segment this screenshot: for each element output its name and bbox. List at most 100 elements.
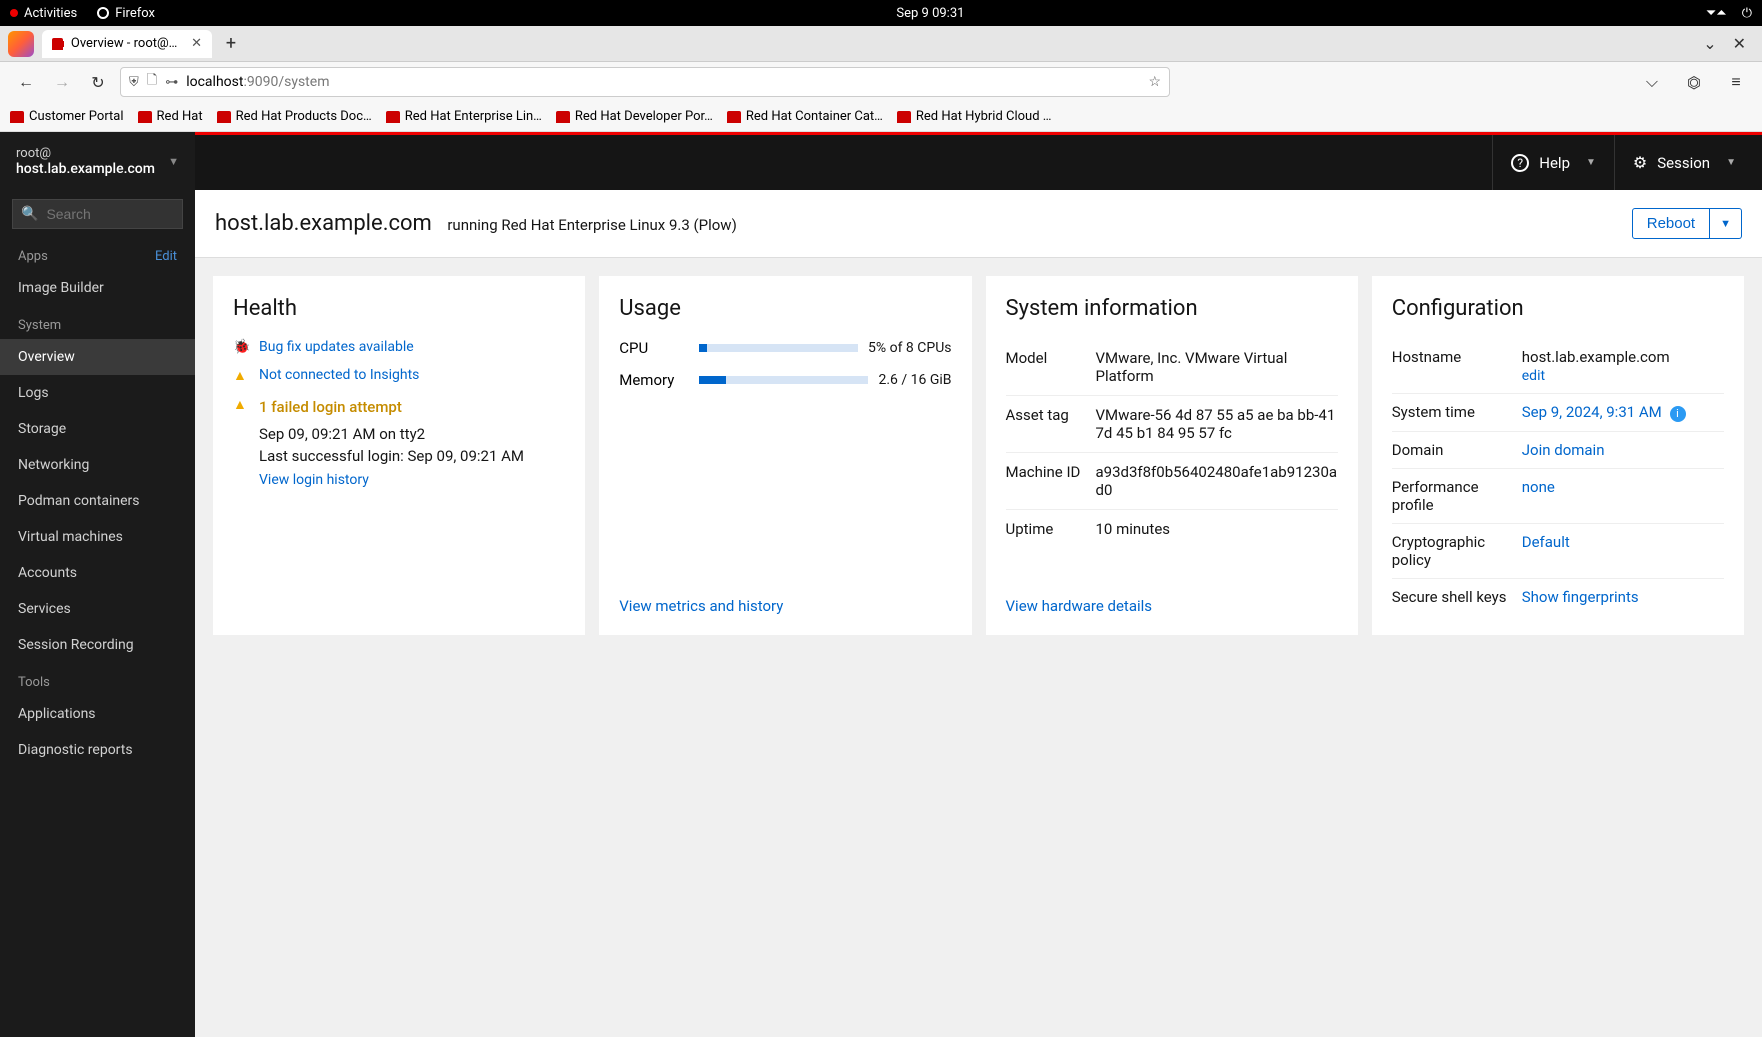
chevron-down-icon: ▼ xyxy=(168,155,179,168)
firefox-logo-icon xyxy=(8,31,34,57)
search-input[interactable] xyxy=(46,206,195,222)
hostname-value: host.lab.example.com xyxy=(1522,348,1670,366)
shield-icon[interactable]: ⛨ xyxy=(129,75,139,90)
browser-tab[interactable]: Overview - root@host.lab ✕ xyxy=(42,30,212,58)
site-info-icon[interactable]: 🗋 xyxy=(147,71,157,93)
health-title: Health xyxy=(233,296,565,321)
redhat-icon xyxy=(10,111,24,123)
view-login-history-link[interactable]: View login history xyxy=(259,472,565,488)
view-hardware-link[interactable]: View hardware details xyxy=(1006,597,1338,615)
url-text: localhost:9090/system xyxy=(186,74,1140,90)
network-icon[interactable]: ⏷⏶ xyxy=(1706,6,1727,21)
redhat-favicon-icon xyxy=(52,38,63,50)
activities-button[interactable]: Activities xyxy=(10,6,77,21)
redhat-icon xyxy=(556,111,570,123)
bookmark-item[interactable]: Red Hat Enterprise Lin… xyxy=(386,109,542,124)
sysinfo-row: Uptime10 minutes xyxy=(1006,510,1338,548)
last-login-detail: Last successful login: Sep 09, 09:21 AM xyxy=(259,445,565,468)
failed-login-text: 1 failed login attempt xyxy=(259,396,402,419)
bugfix-link[interactable]: Bug fix updates available xyxy=(259,339,414,355)
sidebar-item-podman-containers[interactable]: Podman containers xyxy=(0,483,195,519)
firefox-app-menu[interactable]: Firefox xyxy=(97,6,155,21)
sidebar-item-services[interactable]: Services xyxy=(0,591,195,627)
warning-icon: ▲ xyxy=(233,367,249,384)
host-switcher[interactable]: root@ host.lab.example.com ▼ xyxy=(0,132,195,191)
help-menu[interactable]: ? Help ▼ xyxy=(1492,135,1614,190)
hamburger-menu-icon[interactable]: ≡ xyxy=(1722,68,1750,96)
chevron-down-icon: ▼ xyxy=(1726,157,1736,168)
page-title: host.lab.example.com xyxy=(215,211,432,236)
power-icon[interactable]: ⏻ xyxy=(1742,6,1752,21)
bookmark-item[interactable]: Red Hat Hybrid Cloud … xyxy=(897,109,1052,124)
health-card: Health 🐞 Bug fix updates available ▲ Not… xyxy=(213,276,585,635)
clock[interactable]: Sep 9 09:31 xyxy=(155,6,1706,21)
help-icon: ? xyxy=(1511,154,1529,172)
window-close-button[interactable]: ✕ xyxy=(1725,34,1754,53)
cpu-label: CPU xyxy=(619,339,689,357)
bookmark-item[interactable]: Customer Portal xyxy=(10,109,124,124)
sysinfo-title: System information xyxy=(1006,296,1338,321)
permission-icon[interactable]: ⊶ xyxy=(165,75,178,90)
redhat-icon xyxy=(897,111,911,123)
sidebar-item-session-recording[interactable]: Session Recording xyxy=(0,627,195,663)
bookmark-item[interactable]: Red Hat xyxy=(138,109,203,124)
join-domain-link[interactable]: Join domain xyxy=(1522,441,1605,459)
reboot-dropdown-toggle[interactable]: ▼ xyxy=(1710,208,1742,239)
extensions-icon[interactable]: ⏣ xyxy=(1680,68,1708,96)
bookmark-item[interactable]: Red Hat Products Doc… xyxy=(217,109,372,124)
sidebar-item-storage[interactable]: Storage xyxy=(0,411,195,447)
memory-label: Memory xyxy=(619,371,689,389)
sysinfo-row: Asset tagVMware-56 4d 87 55 a5 ae ba bb-… xyxy=(1006,396,1338,453)
sidebar-item-logs[interactable]: Logs xyxy=(0,375,195,411)
bookmark-item[interactable]: Red Hat Container Cat… xyxy=(727,109,883,124)
pocket-icon[interactable]: ⌵ xyxy=(1638,68,1666,96)
perf-profile-link[interactable]: none xyxy=(1522,478,1555,496)
sidebar-item-applications[interactable]: Applications xyxy=(0,696,195,732)
redhat-icon xyxy=(386,111,400,123)
browser-tab-bar: Overview - root@host.lab ✕ + ⌄ ✕ xyxy=(0,26,1762,62)
sidebar-item-diagnostic-reports[interactable]: Diagnostic reports xyxy=(0,732,195,768)
systime-link[interactable]: Sep 9, 2024, 9:31 AM xyxy=(1522,403,1662,421)
section-system: System xyxy=(0,306,195,339)
redhat-icon xyxy=(727,111,741,123)
cpu-value: 5% of 8 CPUs xyxy=(868,340,952,356)
hostname-edit-link[interactable]: edit xyxy=(1522,368,1724,384)
current-user: root@ xyxy=(16,146,155,161)
session-menu[interactable]: ⚙ Session ▼ xyxy=(1614,135,1754,190)
sidebar-item-image-builder[interactable]: Image Builder xyxy=(0,270,195,306)
sidebar-item-overview[interactable]: Overview xyxy=(0,339,195,375)
bookmark-item[interactable]: Red Hat Developer Por… xyxy=(556,109,713,124)
back-button[interactable]: ← xyxy=(12,68,40,96)
tab-list-button[interactable]: ⌄ xyxy=(1695,34,1724,53)
sidebar-item-accounts[interactable]: Accounts xyxy=(0,555,195,591)
sidebar-item-virtual-machines[interactable]: Virtual machines xyxy=(0,519,195,555)
reboot-button[interactable]: Reboot xyxy=(1632,208,1710,239)
os-top-bar: Activities Firefox Sep 9 09:31 ⏷⏶ ⏻ xyxy=(0,0,1762,26)
insights-link[interactable]: Not connected to Insights xyxy=(259,367,419,383)
page-header: host.lab.example.com running Red Hat Ent… xyxy=(195,190,1762,258)
systime-label: System time xyxy=(1392,403,1522,421)
ssh-fingerprints-link[interactable]: Show fingerprints xyxy=(1522,588,1639,606)
search-icon: 🔍 xyxy=(21,206,38,222)
sidebar-search[interactable]: 🔍 xyxy=(12,199,183,229)
section-tools: Tools xyxy=(0,663,195,696)
warning-icon: ▲ xyxy=(233,396,249,413)
edit-apps-link[interactable]: Edit xyxy=(155,249,177,264)
perf-label: Performance profile xyxy=(1392,478,1522,514)
crypto-policy-link[interactable]: Default xyxy=(1522,533,1570,551)
address-bar[interactable]: ⛨ 🗋 ⊶ localhost:9090/system ☆ xyxy=(120,67,1170,97)
sysinfo-card: System information ModelVMware, Inc. VMw… xyxy=(986,276,1358,635)
new-tab-button[interactable]: + xyxy=(218,31,244,57)
usage-title: Usage xyxy=(619,296,951,321)
tab-close-icon[interactable]: ✕ xyxy=(191,36,202,51)
sidebar-item-networking[interactable]: Networking xyxy=(0,447,195,483)
cpu-bar xyxy=(699,344,858,352)
app-top-bar: ? Help ▼ ⚙ Session ▼ xyxy=(195,132,1762,190)
config-title: Configuration xyxy=(1392,296,1724,321)
crypto-label: Cryptographic policy xyxy=(1392,533,1522,569)
view-metrics-link[interactable]: View metrics and history xyxy=(619,597,951,615)
info-icon[interactable]: i xyxy=(1670,406,1686,422)
bookmark-star-icon[interactable]: ☆ xyxy=(1148,74,1161,90)
memory-bar xyxy=(699,376,868,384)
reload-button[interactable]: ↻ xyxy=(84,68,112,96)
